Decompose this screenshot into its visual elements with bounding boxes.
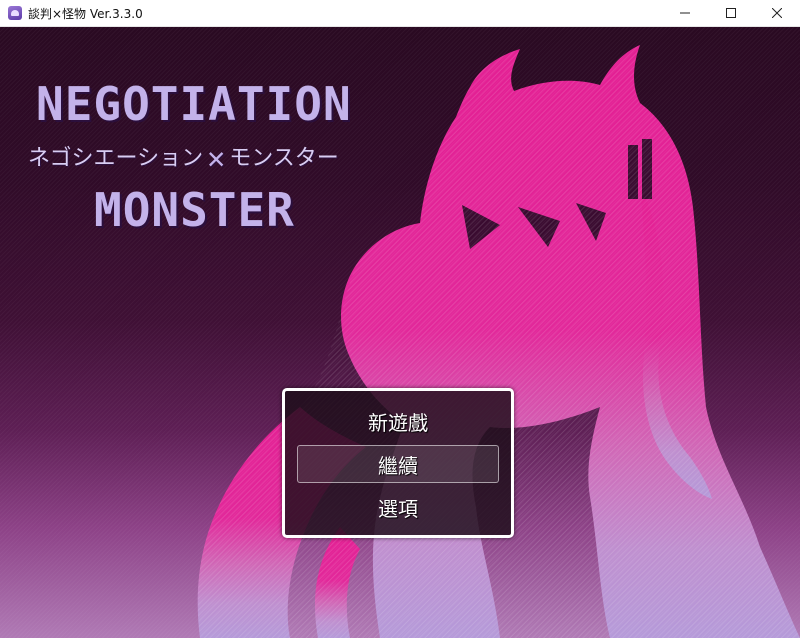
window-title: 談判×怪物 Ver.3.3.0 (28, 6, 143, 21)
maximize-icon (726, 8, 736, 18)
app-monster-icon (8, 6, 22, 20)
window-controls (662, 0, 800, 26)
logo-title-monster: MONSTER (94, 183, 295, 237)
logo-subtitle-right: モンスター (229, 146, 339, 171)
close-button[interactable] (754, 0, 800, 26)
title-menu: 新遊戲 繼續 選項 (282, 388, 514, 538)
game-window: 談判×怪物 Ver.3.3.0 NEGOTIATION ネゴシエーション ✕ モ… (0, 0, 800, 638)
maximize-button[interactable] (708, 0, 754, 26)
menu-item-new-game[interactable]: 新遊戲 (297, 402, 499, 440)
logo-title-negotiation: NEGOTIATION (36, 77, 352, 131)
close-icon (772, 8, 782, 18)
menu-item-options[interactable]: 選項 (297, 488, 499, 526)
logo-subtitle-left: ネゴシエーション (28, 146, 204, 171)
logo-subtitle-katakana: ネゴシエーション ✕ モンスター (28, 144, 339, 174)
logo-cross-icon: ✕ (207, 141, 226, 176)
minimize-button[interactable] (662, 0, 708, 26)
minimize-icon (680, 12, 690, 14)
menu-item-continue[interactable]: 繼續 (297, 445, 499, 483)
title-screen[interactable]: NEGOTIATION ネゴシエーション ✕ モンスター MONSTER 新遊戲… (0, 27, 800, 638)
title-bar[interactable]: 談判×怪物 Ver.3.3.0 (0, 0, 800, 27)
